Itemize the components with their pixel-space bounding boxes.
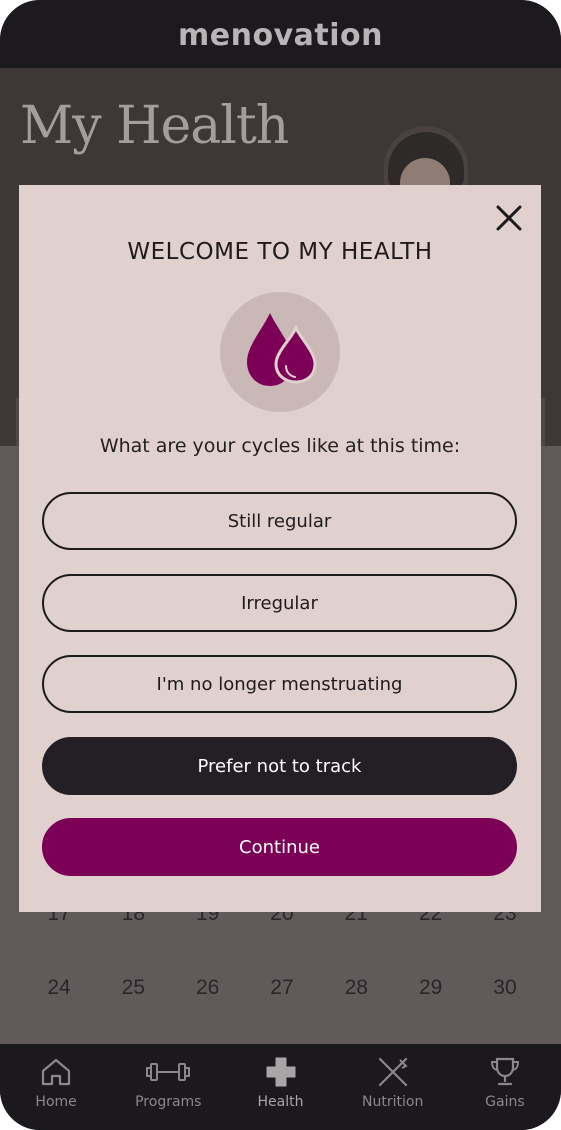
modal-title: WELCOME TO MY HEALTH	[127, 239, 433, 265]
close-icon	[496, 205, 522, 231]
option-no-longer-menstruating-button[interactable]: I'm no longer menstruating	[42, 655, 517, 713]
option-irregular-button[interactable]: Irregular	[42, 574, 517, 632]
nav-label-gains: Gains	[485, 1094, 525, 1110]
trophy-icon	[490, 1057, 519, 1086]
calendar-day[interactable]: 30	[468, 976, 542, 1000]
calendar-day[interactable]: 25	[96, 976, 170, 1000]
nav-label-programs: Programs	[135, 1094, 202, 1110]
dumbbell-icon	[146, 1063, 191, 1081]
top-bar: menovation	[0, 0, 561, 68]
nav-item-home[interactable]: Home	[0, 1044, 112, 1130]
nav-item-gains[interactable]: Gains	[449, 1044, 561, 1130]
calendar-day[interactable]: 29	[394, 976, 468, 1000]
blood-drops-icon	[247, 313, 317, 386]
phone-screen: menovation My Health 17 18 19 20 21 22 2…	[0, 0, 561, 1130]
option-still-regular-button[interactable]: Still regular	[42, 492, 517, 550]
welcome-modal: WELCOME TO MY HEALTH What are your cycle…	[19, 185, 541, 912]
nav-item-nutrition[interactable]: Nutrition	[337, 1044, 449, 1130]
nav-label-health: Health	[257, 1094, 304, 1110]
drop-icon-badge	[220, 292, 340, 412]
page-title: My Health	[20, 96, 289, 156]
calendar-day[interactable]: 26	[171, 976, 245, 1000]
bottom-navigation: Home Programs Health Nutrition Gains	[0, 1044, 561, 1130]
prefer-not-to-track-button[interactable]: Prefer not to track	[42, 737, 517, 795]
cycle-question: What are your cycles like at this time:	[99, 435, 461, 457]
brand-logo: menovation	[178, 17, 383, 53]
home-icon	[41, 1058, 71, 1086]
calendar-day[interactable]: 27	[245, 976, 319, 1000]
nav-item-health[interactable]: Health	[224, 1044, 336, 1130]
nav-item-programs[interactable]: Programs	[112, 1044, 224, 1130]
fork-knife-icon	[378, 1057, 408, 1087]
nav-label-home: Home	[35, 1094, 77, 1110]
calendar-week-row: 24 25 26 27 28 29 30	[22, 976, 542, 1000]
calendar-day[interactable]: 28	[319, 976, 393, 1000]
close-button[interactable]	[493, 202, 525, 234]
calendar-day[interactable]: 24	[22, 976, 96, 1000]
nav-label-nutrition: Nutrition	[362, 1094, 424, 1110]
continue-button[interactable]: Continue	[42, 818, 517, 876]
plus-cross-icon	[266, 1057, 295, 1087]
